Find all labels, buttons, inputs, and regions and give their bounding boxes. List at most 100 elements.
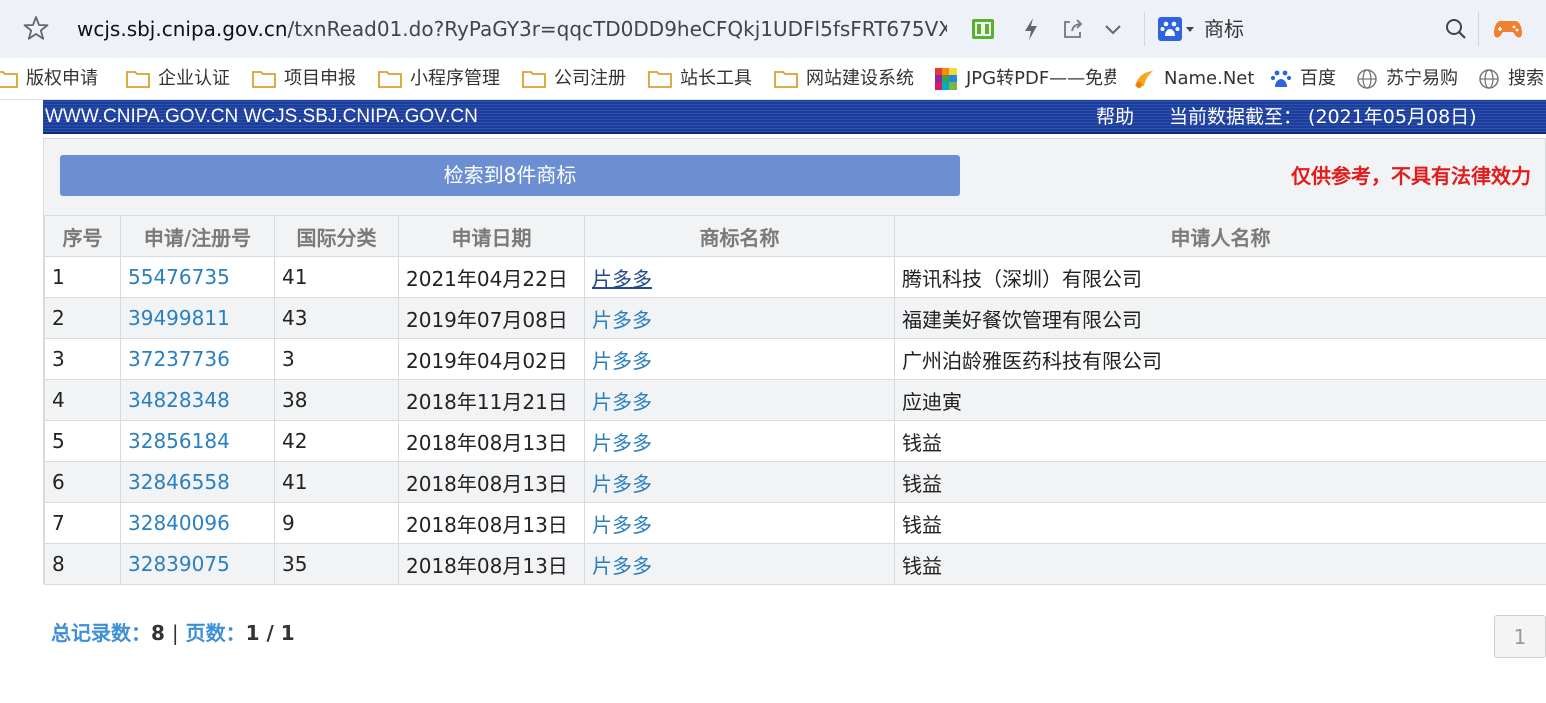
table-row: 1 55476735 41 2021年04月22日 片多多 腾讯科技（深圳）有限…	[44, 256, 1546, 298]
trademark-name-link[interactable]: 片多多	[592, 472, 652, 496]
application-date: 2018年11月21日	[398, 379, 585, 421]
row-index: 2	[44, 297, 121, 339]
trademark-name-link[interactable]: 片多多	[592, 431, 652, 455]
bookmark-item[interactable]: 企业认证	[126, 65, 230, 93]
folder-icon	[126, 71, 150, 88]
table-row: 5 32856184 42 2018年08月13日 片多多 钱益	[44, 420, 1546, 462]
bookmark-label: 苏宁易购	[1386, 68, 1458, 89]
folder-icon	[522, 71, 546, 88]
column-header: 国际分类	[274, 215, 399, 257]
data-date: 当前数据截至： (2021年05月08日)	[1169, 106, 1477, 128]
toolbar-divider	[1478, 12, 1479, 46]
share-icon[interactable]	[1060, 16, 1086, 42]
bookmark-item[interactable]: 项目申报	[252, 65, 356, 93]
bookmark-item[interactable]: 搜索	[1478, 65, 1544, 93]
intl-class: 41	[274, 461, 399, 503]
bookmark-item[interactable]: 网站建设系统	[774, 65, 914, 93]
registration-number-link[interactable]: 32846558	[128, 470, 230, 494]
lightning-icon[interactable]	[1018, 16, 1044, 42]
folder-icon	[0, 71, 18, 88]
reader-mode-icon[interactable]	[970, 16, 996, 42]
browser-address-bar: wcjs.sbj.cnipa.gov.cn/txnRead01.do?RyPaG…	[0, 0, 1546, 58]
record-summary: 总记录数：8 | 页数：1 / 1	[51, 619, 295, 647]
help-link[interactable]: 帮助	[1096, 104, 1134, 130]
applicant-name: 应迪寅	[894, 379, 1546, 421]
trademark-name-link[interactable]: 片多多	[592, 554, 652, 578]
total-records-label: 总记录数：	[51, 621, 151, 645]
url-host: wcjs.sbj.cnipa.gov.cn	[77, 17, 288, 41]
application-date: 2021年04月22日	[398, 256, 585, 298]
registration-number-link[interactable]: 32840096	[128, 511, 230, 535]
registration-number-link[interactable]: 32856184	[128, 429, 230, 453]
table-row: 7 32840096 9 2018年08月13日 片多多 钱益	[44, 502, 1546, 544]
pdf-tool-icon	[935, 68, 957, 90]
search-engine-label[interactable]: 商标	[1204, 15, 1244, 43]
table-row: 8 32839075 35 2018年08月13日 片多多 钱益	[44, 543, 1546, 585]
folder-icon	[774, 71, 798, 88]
bookmark-label: 站长工具	[680, 68, 752, 89]
folder-icon	[378, 71, 402, 88]
column-header: 申请/注册号	[120, 215, 275, 257]
bookmark-item[interactable]: Name.Net	[1132, 65, 1254, 93]
column-header: 申请日期	[398, 215, 585, 257]
bookmark-item[interactable]: 站长工具	[648, 65, 752, 93]
row-index: 7	[44, 502, 121, 544]
bookmark-item[interactable]: 版权申请	[0, 65, 98, 93]
bookmark-label: 项目申报	[284, 68, 356, 89]
registration-number-link[interactable]: 34828348	[128, 388, 230, 412]
gamepad-icon[interactable]	[1493, 16, 1523, 42]
bookmark-item[interactable]: 小程序管理	[378, 65, 500, 93]
intl-class: 9	[274, 502, 399, 544]
row-index: 1	[44, 256, 121, 298]
folder-icon	[252, 71, 276, 88]
row-index: 3	[44, 338, 121, 380]
engine-dropdown-icon[interactable]	[1185, 26, 1195, 34]
applicant-name: 钱益	[894, 502, 1546, 544]
bookmark-label: 公司注册	[554, 68, 626, 89]
bookmark-item[interactable]: JPG转PDF——免费	[934, 65, 1116, 93]
intl-class: 3	[274, 338, 399, 380]
bookmark-item[interactable]: 百度	[1270, 65, 1336, 93]
bookmark-star-icon[interactable]	[22, 14, 50, 42]
application-date: 2019年07月08日	[398, 297, 585, 339]
table-row: 6 32846558 41 2018年08月13日 片多多 钱益	[44, 461, 1546, 503]
applicant-name: 福建美好餐饮管理有限公司	[894, 297, 1546, 339]
registration-number-link[interactable]: 39499811	[128, 306, 230, 330]
search-icon[interactable]	[1443, 16, 1469, 42]
table-header-row: 序号 申请/注册号 国际分类 申请日期 商标名称 申请人名称	[44, 215, 1546, 257]
table-row: 3 37237736 3 2019年04月02日 片多多 广州泊龄雅医药科技有限…	[44, 338, 1546, 380]
bookmark-label: 搜索	[1508, 68, 1544, 89]
total-records-value: 8	[151, 621, 165, 645]
table-row: 2 39499811 43 2019年07月08日 片多多 福建美好餐饮管理有限…	[44, 297, 1546, 339]
site-header-strip: WWW.CNIPA.GOV.CN WCJS.SBJ.CNIPA.GOV.CN 帮…	[43, 100, 1546, 134]
applicant-name: 钱益	[894, 543, 1546, 585]
registration-number-link[interactable]: 37237736	[128, 347, 230, 371]
applicant-name: 钱益	[894, 420, 1546, 462]
bookmark-label: Name.Net	[1164, 68, 1255, 89]
trademark-name-link[interactable]: 片多多	[592, 513, 652, 537]
bookmark-item[interactable]: 苏宁易购	[1356, 65, 1458, 93]
globe-icon	[1479, 69, 1499, 89]
trademark-name-link[interactable]: 片多多	[592, 308, 652, 332]
baidu-paw-icon[interactable]	[1157, 16, 1183, 42]
url-field[interactable]: wcjs.sbj.cnipa.gov.cn/txnRead01.do?RyPaG…	[77, 15, 947, 43]
chevron-down-icon[interactable]	[1100, 16, 1126, 42]
bookmark-item[interactable]: 公司注册	[522, 65, 626, 93]
row-index: 4	[44, 379, 121, 421]
registration-number-link[interactable]: 55476735	[128, 265, 230, 289]
bookmark-label: 企业认证	[158, 68, 230, 89]
column-header: 序号	[44, 215, 121, 257]
page-button[interactable]: 1	[1494, 615, 1546, 658]
name-net-icon	[1135, 71, 1153, 88]
trademark-name-link[interactable]: 片多多	[592, 267, 652, 291]
registration-number-link[interactable]: 32839075	[128, 552, 230, 576]
row-index: 8	[44, 543, 121, 585]
bookmark-label: JPG转PDF——免费	[966, 68, 1116, 89]
trademark-name-link[interactable]: 片多多	[592, 349, 652, 373]
intl-class: 35	[274, 543, 399, 585]
results-table: 序号 申请/注册号 国际分类 申请日期 商标名称 申请人名称 1 5547673…	[44, 215, 1546, 585]
trademark-name-link[interactable]: 片多多	[592, 390, 652, 414]
column-header: 申请人名称	[894, 215, 1546, 257]
intl-class: 41	[274, 256, 399, 298]
application-date: 2018年08月13日	[398, 420, 585, 462]
